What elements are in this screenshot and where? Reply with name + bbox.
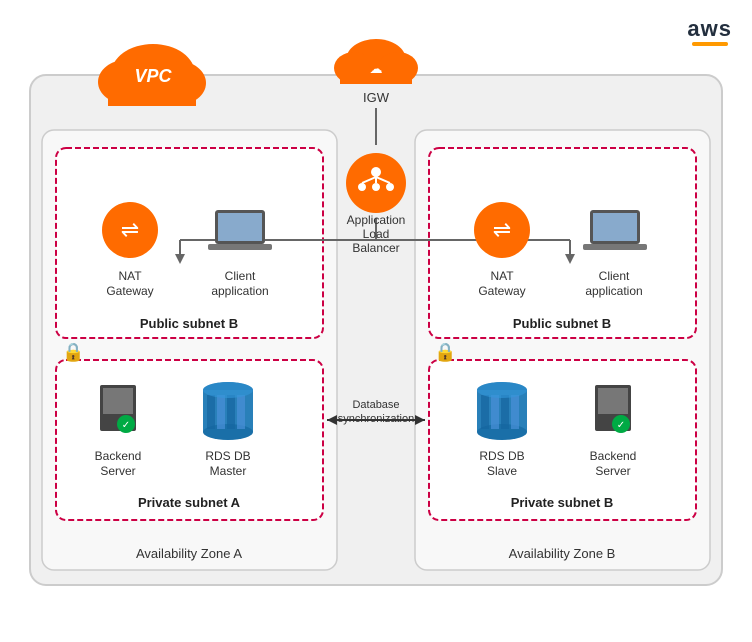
svg-text:✓: ✓ [617, 420, 625, 431]
svg-text:✓: ✓ [122, 420, 130, 431]
svg-text:🔒: 🔒 [434, 342, 456, 362]
svg-text:RDS DB: RDS DB [205, 449, 250, 463]
svg-text:Database: Database [352, 399, 399, 411]
svg-text:Server: Server [595, 464, 630, 478]
svg-text:⇌: ⇌ [493, 217, 511, 242]
svg-text:Public subnet B: Public subnet B [513, 316, 611, 331]
svg-text:Load: Load [363, 227, 390, 241]
svg-text:Client: Client [225, 269, 256, 283]
svg-text:🔒: 🔒 [62, 342, 84, 362]
svg-text:Master: Master [210, 464, 247, 478]
svg-text:Gateway: Gateway [478, 284, 525, 298]
svg-text:Slave: Slave [487, 464, 517, 478]
svg-text:Balancer: Balancer [352, 241, 399, 255]
svg-text:VPC: VPC [134, 66, 172, 86]
svg-text:IGW: IGW [363, 90, 390, 105]
svg-text:Private subnet B: Private subnet B [511, 495, 614, 510]
svg-text:Gateway: Gateway [106, 284, 153, 298]
svg-text:Server: Server [100, 464, 135, 478]
svg-text:application: application [211, 284, 268, 298]
svg-text:Client: Client [599, 269, 630, 283]
svg-text:Public subnet B: Public subnet B [140, 316, 238, 331]
svg-text:application: application [585, 284, 642, 298]
svg-text:RDS DB: RDS DB [479, 449, 524, 463]
svg-text:Backend: Backend [95, 449, 142, 463]
svg-text:☁: ☁ [370, 61, 383, 76]
main-container: aws [0, 0, 752, 642]
svg-text:Availability Zone A: Availability Zone A [136, 546, 242, 561]
svg-text:Application: Application [347, 213, 406, 227]
svg-text:synchronization: synchronization [338, 413, 414, 425]
diagram-svg: Database synchronization Public subnet B… [0, 0, 752, 642]
svg-text:NAT: NAT [490, 269, 514, 283]
svg-text:Private subnet A: Private subnet A [138, 495, 241, 510]
svg-text:Backend: Backend [590, 449, 637, 463]
svg-text:Availability Zone B: Availability Zone B [509, 546, 616, 561]
svg-text:NAT: NAT [118, 269, 142, 283]
svg-text:⇌: ⇌ [121, 217, 139, 242]
